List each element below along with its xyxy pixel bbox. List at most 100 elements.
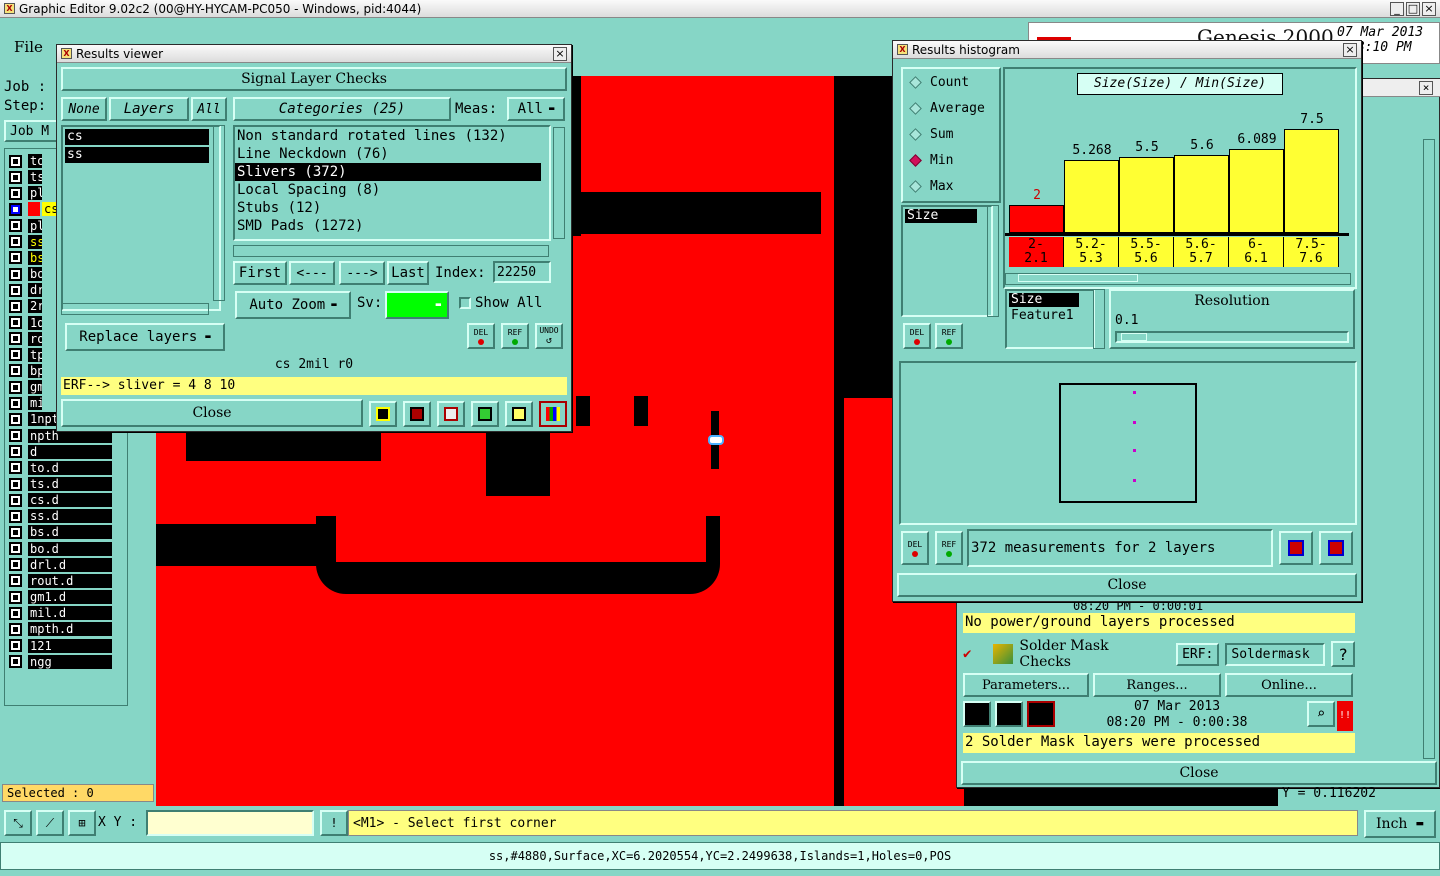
job-manager-button[interactable]: Job M	[4, 120, 58, 142]
grid-icon[interactable]: ⊞	[68, 810, 96, 836]
step-tool-icon[interactable]	[471, 401, 499, 427]
layer-row[interactable]: drl.d	[5, 557, 112, 573]
minimize-icon[interactable]: _	[1390, 1, 1404, 16]
histogram-tool-icon[interactable]	[539, 401, 567, 427]
xy-input[interactable]	[146, 810, 314, 836]
layer-name[interactable]: 2r	[28, 299, 44, 314]
layer-list-item[interactable]: cs	[65, 129, 209, 145]
layer-row[interactable]: d	[5, 444, 112, 460]
histogram-close-button[interactable]: Close	[897, 573, 1357, 597]
highlight-tool-icon[interactable]	[369, 401, 397, 427]
radio-diamond-icon[interactable]	[909, 179, 922, 193]
layer-checkbox[interactable]	[9, 622, 22, 636]
alert-icon[interactable]: !	[320, 810, 348, 836]
layer-select-list[interactable]: cs ss	[61, 125, 221, 311]
layer-checkbox[interactable]	[9, 332, 22, 346]
category-vscrollbar[interactable]	[553, 127, 565, 239]
layer-row[interactable]: 121	[5, 638, 112, 654]
layer-checkbox[interactable]	[9, 299, 22, 313]
layer-row[interactable]: mil.d	[5, 605, 112, 621]
layer-checkbox[interactable]	[9, 542, 22, 556]
layer-checkbox[interactable]	[9, 154, 22, 168]
checklist-vscrollbar[interactable]	[1423, 139, 1435, 759]
histogram-bar[interactable]	[1119, 157, 1174, 233]
layer-checkbox[interactable]	[9, 235, 22, 249]
layer-row[interactable]: ngg	[5, 654, 112, 670]
run-icon[interactable]	[963, 701, 991, 727]
layer-checkbox[interactable]	[9, 461, 22, 475]
radio-diamond-icon[interactable]	[909, 75, 922, 89]
layer-checkbox[interactable]	[9, 186, 22, 200]
histogram-bar[interactable]	[1229, 149, 1284, 233]
layer-name[interactable]: bo	[28, 267, 44, 282]
layer-row[interactable]: rout.d	[5, 573, 112, 589]
size-list-item[interactable]: Size	[905, 209, 977, 223]
radio-diamond-icon[interactable]	[909, 153, 922, 167]
meas-dropdown[interactable]: All ▬	[507, 97, 565, 121]
layer-row[interactable]: cs.d	[5, 492, 112, 508]
radio-diamond-icon[interactable]	[909, 127, 922, 141]
aggregate-option-count[interactable]: Count	[903, 69, 999, 95]
layer-checkbox[interactable]	[9, 283, 22, 297]
parameters-button[interactable]: Parameters...	[963, 673, 1089, 697]
close-icon[interactable]: ×	[1422, 1, 1436, 16]
size-list-vscrollbar[interactable]	[987, 205, 999, 317]
layer-name[interactable]: ngg	[28, 654, 112, 669]
preview-del-button[interactable]: DEL	[901, 531, 929, 565]
layer-name[interactable]: cs.d	[28, 493, 112, 508]
sv-color-dropdown[interactable]: ▬	[385, 291, 449, 319]
ref-tool-icon[interactable]	[437, 401, 465, 427]
categories-button[interactable]: Categories (25)	[233, 97, 451, 121]
layer-checkbox[interactable]	[9, 574, 22, 588]
layer-checkbox[interactable]	[9, 445, 22, 459]
layers-none-button[interactable]: None	[61, 97, 107, 121]
ref-button[interactable]: REF	[501, 323, 529, 349]
layer-checkbox[interactable]	[9, 267, 22, 281]
layer-name[interactable]: drl.d	[28, 557, 112, 572]
hist-ref-button[interactable]: REF	[935, 323, 963, 349]
layer-row[interactable]: ss.d	[5, 508, 112, 524]
layer-name[interactable]: cs	[42, 202, 58, 217]
category-item[interactable]: Line Neckdown (76)	[235, 145, 541, 163]
aggregate-option-sum[interactable]: Sum	[903, 121, 999, 147]
layer-name[interactable]: tp	[28, 347, 44, 362]
category-item[interactable]: Slivers (372)	[235, 163, 541, 181]
layer-checkbox[interactable]	[9, 590, 22, 604]
layer-name[interactable]: mpth.d	[28, 622, 112, 637]
layer-name[interactable]: pl	[28, 186, 44, 201]
zoom-icon[interactable]: ⌕	[1307, 701, 1335, 727]
histogram-bar[interactable]	[1064, 160, 1119, 233]
layer-name[interactable]: ts	[28, 170, 44, 185]
layer-row[interactable]: to.d	[5, 460, 112, 476]
layer-row[interactable]: ts.d	[5, 476, 112, 492]
category-hscrollbar[interactable]	[233, 245, 549, 257]
layers-button[interactable]: Layers	[109, 97, 189, 121]
category-item[interactable]: Local Spacing (8)	[235, 181, 541, 199]
checklist-close-button[interactable]: Close	[961, 761, 1437, 785]
layer-name[interactable]: bs	[28, 250, 44, 265]
zoom-area-icon[interactable]: ⤡	[4, 810, 32, 836]
category-item[interactable]: Stubs (12)	[235, 199, 541, 217]
layer-checkbox[interactable]	[9, 558, 22, 572]
layer-name[interactable]: gm1.d	[28, 590, 112, 605]
layer-name[interactable]: ss	[28, 234, 44, 249]
chart-hscrollbar[interactable]	[1005, 273, 1351, 285]
layer-row[interactable]: bo.d	[5, 541, 112, 557]
online-button[interactable]: Online...	[1225, 673, 1353, 697]
check-icon[interactable]: ✔	[963, 646, 971, 662]
report-tool-icon[interactable]	[403, 401, 431, 427]
attribute-list-item[interactable]: Feature1	[1009, 309, 1091, 323]
close-icon[interactable]: ×	[1343, 42, 1357, 57]
category-list[interactable]: Non standard rotated lines (132) Line Nec…	[233, 125, 551, 241]
resolution-slider[interactable]	[1115, 331, 1349, 343]
layer-checkbox[interactable]	[9, 202, 22, 216]
histogram-bar[interactable]	[1284, 129, 1339, 233]
layer-name[interactable]: dr	[28, 283, 44, 298]
attribute-list[interactable]: Size Feature1	[1005, 289, 1095, 349]
layer-name[interactable]: ro	[28, 331, 44, 346]
layer-checkbox[interactable]	[9, 219, 22, 233]
layer-name[interactable]: bs.d	[28, 525, 112, 540]
menu-file[interactable]: File	[14, 38, 43, 56]
layer-checkbox[interactable]	[9, 509, 22, 523]
del-button[interactable]: DEL	[467, 323, 495, 349]
